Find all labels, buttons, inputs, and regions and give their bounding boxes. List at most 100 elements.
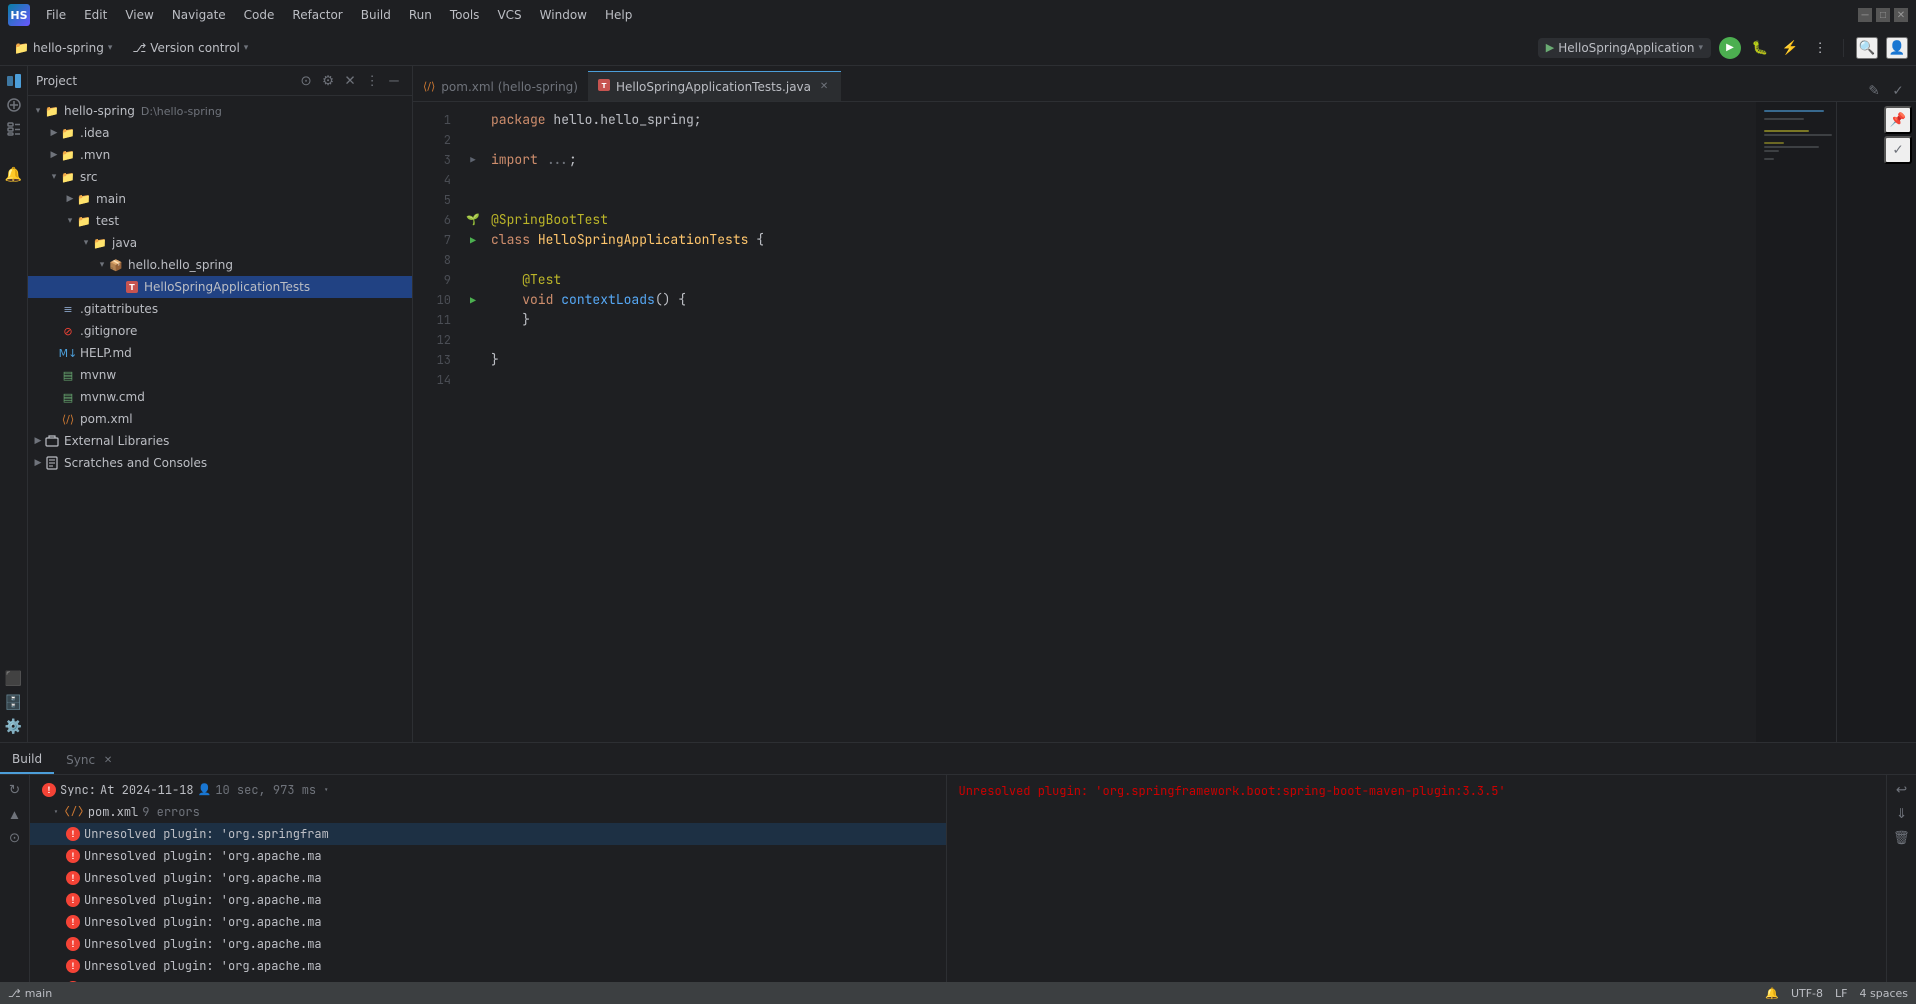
code-content[interactable]: package hello.hello_spring; import ... ;… — [483, 102, 1756, 742]
run-10[interactable]: ▶ — [470, 294, 476, 307]
tree-item-gitattributes[interactable]: ▶ ≡ .gitattributes — [28, 298, 412, 320]
panel-gear[interactable]: ⚙ — [318, 71, 338, 91]
tree-item-ext-libs[interactable]: ▶ External Libraries — [28, 430, 412, 452]
toolbar: 📁 hello-spring ▾ ⎇ Version control ▾ ▶ H… — [0, 30, 1916, 66]
build-error-3[interactable]: ! Unresolved plugin: 'org.apache.ma — [30, 867, 946, 889]
build-tree-pomxml[interactable]: ▾ ⟨/⟩ pom.xml 9 errors — [30, 801, 946, 823]
menu-edit[interactable]: Edit — [76, 5, 115, 25]
panel-close[interactable]: ✕ — [340, 71, 360, 91]
menu-view[interactable]: View — [117, 5, 161, 25]
test-class-icon: T — [124, 279, 140, 295]
tree-item-main[interactable]: ▶ 📁 main — [28, 188, 412, 210]
tree-item-java[interactable]: ▾ 📁 java — [28, 232, 412, 254]
sidebar-icon-structure[interactable] — [3, 118, 25, 140]
status-indent[interactable]: 4 spaces — [1860, 987, 1909, 1000]
editor-pin-btn[interactable]: 📌 — [1884, 106, 1912, 134]
test-folder-icon: 📁 — [76, 213, 92, 229]
build-error-6[interactable]: ! Unresolved plugin: 'org.apache.ma — [30, 933, 946, 955]
menu-vcs[interactable]: VCS — [489, 5, 529, 25]
tab-hellospringtests-close[interactable]: ✕ — [817, 80, 831, 94]
panel-menu[interactable]: ⋮ — [362, 71, 382, 91]
tree-item-mvn[interactable]: ▶ 📁 .mvn — [28, 144, 412, 166]
build-error-5[interactable]: ! Unresolved plugin: 'org.apache.ma — [30, 911, 946, 933]
tree-item-root[interactable]: ▾ 📁 hello-spring D:\hello-spring — [28, 100, 412, 122]
run-config-selector[interactable]: ▶ HelloSpringApplication ▾ — [1538, 38, 1711, 58]
search-everywhere-button[interactable]: 🔍 — [1856, 37, 1878, 59]
tree-item-src[interactable]: ▾ 📁 src — [28, 166, 412, 188]
fold-3[interactable]: ▶ — [470, 154, 475, 166]
status-encoding[interactable]: UTF-8 — [1791, 987, 1823, 1000]
menu-code[interactable]: Code — [236, 5, 283, 25]
tree-item-gitignore[interactable]: ▶ ⊘ .gitignore — [28, 320, 412, 342]
menu-tools[interactable]: Tools — [442, 5, 488, 25]
idea-folder-icon: 📁 — [60, 125, 76, 141]
code-line-8 — [491, 250, 1756, 270]
menu-build[interactable]: Build — [353, 5, 399, 25]
build-collapse-btn[interactable]: ▲ — [4, 803, 26, 825]
vc-selector[interactable]: ⎇ Version control ▾ — [126, 38, 254, 58]
springboot-indicator: 🌱 — [466, 213, 480, 227]
editor-check-btn[interactable]: ✓ — [1884, 136, 1912, 164]
tree-item-test[interactable]: ▾ 📁 test — [28, 210, 412, 232]
menu-help[interactable]: Help — [597, 5, 640, 25]
tree-item-helpmd[interactable]: ▶ M↓ HELP.md — [28, 342, 412, 364]
sidebar-icon-project[interactable] — [3, 70, 25, 92]
bottom-tab-build[interactable]: Build — [0, 746, 54, 774]
minimize-button[interactable]: ─ — [1858, 8, 1872, 22]
status-line-endings[interactable]: LF — [1835, 987, 1847, 1000]
sidebar-icon-terminal[interactable]: ⬛ — [3, 668, 25, 690]
build-refresh-btn[interactable]: ↻ — [4, 779, 26, 801]
status-git-branch[interactable]: ⎇ main — [8, 987, 52, 1000]
menu-refactor[interactable]: Refactor — [284, 5, 350, 25]
sidebar-icon-notifications[interactable]: 🔔 — [3, 164, 25, 186]
sync-tab-close[interactable]: ✕ — [101, 753, 115, 767]
close-button[interactable]: ✕ — [1894, 8, 1908, 22]
build-scroll-end-btn[interactable]: ⇓ — [1891, 803, 1913, 825]
tab-pomxml[interactable]: ⟨/⟩ pom.xml (hello-spring) — [413, 71, 588, 101]
tree-item-package[interactable]: ▾ 📦 hello.hello_spring — [28, 254, 412, 276]
build-error-7[interactable]: ! Unresolved plugin: 'org.apache.ma — [30, 955, 946, 977]
sidebar-icon-settings[interactable]: ⚙️ — [3, 716, 25, 738]
build-error-4[interactable]: ! Unresolved plugin: 'org.apache.ma — [30, 889, 946, 911]
menu-file[interactable]: File — [38, 5, 74, 25]
maximize-button[interactable]: □ — [1876, 8, 1890, 22]
menu-navigate[interactable]: Navigate — [164, 5, 234, 25]
more-run-options[interactable]: ⋮ — [1809, 37, 1831, 59]
mvn-label: .mvn — [80, 148, 110, 162]
profile-button[interactable]: 👤 — [1886, 37, 1908, 59]
project-selector[interactable]: 📁 hello-spring ▾ — [8, 38, 118, 58]
gutter-13 — [463, 350, 483, 370]
panel-minimize[interactable]: ─ — [384, 71, 404, 91]
editor-action-check[interactable]: ✓ — [1888, 81, 1908, 101]
coverage-button[interactable]: ⚡ — [1779, 37, 1801, 59]
editor-action-pin[interactable]: ✎ — [1864, 81, 1884, 101]
status-notifications[interactable]: 🔔 — [1765, 987, 1779, 1000]
menu-run[interactable]: Run — [401, 5, 440, 25]
tree-item-idea[interactable]: ▶ 📁 .idea — [28, 122, 412, 144]
tree-item-pomxml[interactable]: ▶ ⟨/⟩ pom.xml — [28, 408, 412, 430]
run-button[interactable] — [1719, 37, 1741, 59]
build-error-1[interactable]: ! Unresolved plugin: 'org.springfram — [30, 823, 946, 845]
menu-window[interactable]: Window — [532, 5, 595, 25]
panel-scroll-from-source[interactable]: ⊙ — [296, 71, 316, 91]
sync-expand: ▾ — [320, 784, 332, 796]
bottom-tab-sync[interactable]: Sync ✕ — [54, 746, 127, 774]
build-error-2[interactable]: ! Unresolved plugin: 'org.apache.ma — [30, 845, 946, 867]
sidebar-icon-git[interactable] — [3, 94, 25, 116]
build-output[interactable]: ! Sync: At 2024-11-18 👤 10 sec, 973 ms ▾… — [30, 775, 946, 982]
mvn-folder-icon: 📁 — [60, 147, 76, 163]
tree-item-mvnwcmd[interactable]: ▶ ▤ mvnw.cmd — [28, 386, 412, 408]
sidebar-icon-database[interactable]: 🗄️ — [3, 692, 25, 714]
build-wrap-btn[interactable]: ↩ — [1891, 779, 1913, 801]
build-trash-btn[interactable]: 🗑 — [1891, 827, 1913, 849]
tree-item-mvnw[interactable]: ▶ ▤ mvnw — [28, 364, 412, 386]
tree-item-test-class[interactable]: ▶ T HelloSpringApplicationTests — [28, 276, 412, 298]
tab-hellospringtests[interactable]: T HelloSpringApplicationTests.java ✕ — [588, 71, 841, 101]
tree-item-scratches[interactable]: ▶ Scratches and Consoles — [28, 452, 412, 474]
build-tree-sync[interactable]: ! Sync: At 2024-11-18 👤 10 sec, 973 ms ▾ — [30, 779, 946, 801]
debug-button[interactable]: 🐛 — [1749, 37, 1771, 59]
run-7[interactable]: ▶ — [470, 234, 476, 247]
build-filter-btn[interactable]: ⊙ — [4, 827, 26, 849]
git-branch-icon: ⎇ — [8, 987, 21, 1000]
run-config-name: HelloSpringApplication — [1558, 41, 1694, 55]
